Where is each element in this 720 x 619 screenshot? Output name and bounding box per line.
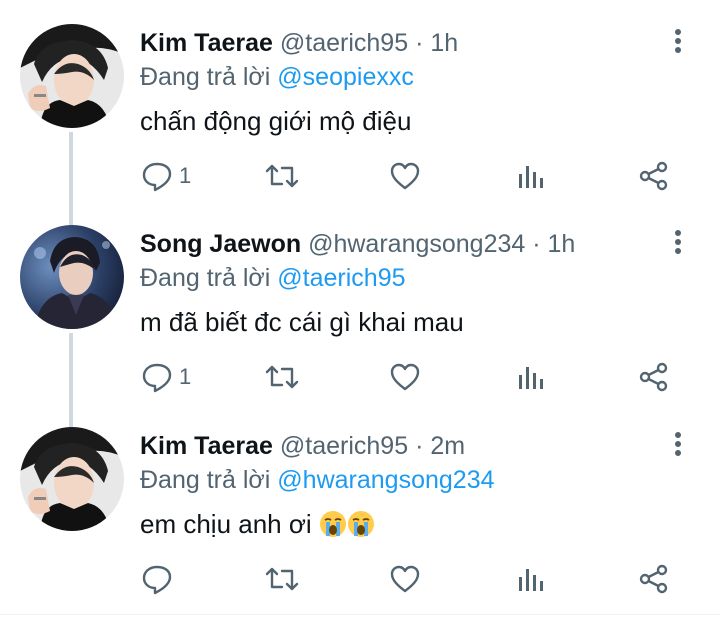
reply-icon [141, 160, 173, 192]
analytics-icon [516, 160, 544, 192]
reply-button[interactable]: 1 [141, 357, 191, 397]
analytics-button[interactable] [516, 559, 544, 599]
separator-dot: · [532, 230, 541, 258]
avatar[interactable] [20, 427, 124, 531]
share-icon [638, 563, 670, 595]
reply-mention-link[interactable]: @taerich95 [277, 264, 405, 292]
analytics-button[interactable] [516, 357, 544, 397]
tweet-text-container: em chịu anh ơi [140, 508, 375, 540]
divider [0, 614, 720, 615]
avatar[interactable] [20, 225, 124, 329]
reply-button[interactable] [141, 559, 179, 599]
retweet-icon [264, 160, 300, 192]
share-icon [638, 361, 670, 393]
tweet-actions: 1 [0, 156, 720, 196]
loudly-crying-face-emoji [347, 509, 375, 539]
like-button[interactable] [389, 357, 421, 397]
user-handle[interactable]: @hwarangsong234 [308, 230, 525, 258]
analytics-icon [516, 563, 544, 595]
retweet-button[interactable] [264, 156, 300, 196]
tweet-actions: 1 [0, 357, 720, 397]
user-handle[interactable]: @taerich95 [280, 29, 408, 57]
reply-count: 1 [179, 364, 192, 389]
reply-button[interactable]: 1 [141, 156, 191, 196]
like-button[interactable] [389, 559, 421, 599]
share-button[interactable] [638, 559, 670, 599]
more-options-button[interactable] [666, 229, 690, 259]
analytics-button[interactable] [516, 156, 544, 196]
loudly-crying-face-emoji [319, 509, 347, 539]
replying-to-line: Đang trả lời @taerich95 [140, 263, 406, 293]
tweet[interactable]: Kim Taerae @taerich95 · 1h Đang trả lời … [0, 0, 720, 228]
more-vertical-icon [674, 431, 682, 462]
retweet-icon [264, 563, 300, 595]
reply-thread: Kim Taerae @taerich95 · 1h Đang trả lời … [0, 0, 720, 619]
display-name[interactable]: Kim Taerae [140, 29, 273, 57]
timestamp[interactable]: 2m [430, 432, 465, 460]
user-handle[interactable]: @taerich95 [280, 432, 408, 460]
separator-dot: · [415, 432, 424, 460]
timestamp[interactable]: 1h [548, 230, 576, 258]
timestamp[interactable]: 1h [430, 29, 458, 57]
replying-to-line: Đang trả lời @hwarangsong234 [140, 465, 495, 495]
tweet-header: Kim Taerae @taerich95 · 1h [140, 28, 458, 58]
replying-to-label: Đang trả lời [140, 466, 271, 494]
tweet-text: chấn động giới mộ điệu [140, 106, 412, 136]
tweet-header: Kim Taerae @taerich95 · 2m [140, 431, 465, 461]
retweet-icon [264, 361, 300, 393]
share-button[interactable] [638, 156, 670, 196]
tweet-header: Song Jaewon @hwarangsong234 · 1h [140, 229, 575, 259]
more-vertical-icon [674, 229, 682, 260]
analytics-icon [516, 361, 544, 393]
replying-to-line: Đang trả lời @seopiexxc [140, 62, 414, 92]
like-icon [389, 563, 421, 595]
avatar[interactable] [20, 24, 124, 128]
tweet-actions [0, 559, 720, 599]
reply-mention-link[interactable]: @seopiexxc [277, 63, 414, 91]
display-name[interactable]: Song Jaewon [140, 230, 301, 258]
tweet[interactable]: Kim Taerae @taerich95 · 2m Đang trả lời … [0, 403, 720, 604]
reply-icon [141, 361, 173, 393]
more-vertical-icon [674, 28, 682, 59]
retweet-button[interactable] [264, 357, 300, 397]
like-button[interactable] [389, 156, 421, 196]
retweet-button[interactable] [264, 559, 300, 599]
tweet[interactable]: Song Jaewon @hwarangsong234 · 1h Đang tr… [0, 201, 720, 429]
reply-icon [141, 563, 173, 595]
like-icon [389, 361, 421, 393]
tweet-text: m đã biết đc cái gì khai mau [140, 307, 464, 337]
replying-to-label: Đang trả lời [140, 63, 271, 91]
share-button[interactable] [638, 357, 670, 397]
display-name[interactable]: Kim Taerae [140, 432, 273, 460]
more-options-button[interactable] [666, 431, 690, 461]
replying-to-label: Đang trả lời [140, 264, 271, 292]
share-icon [638, 160, 670, 192]
tweet-text: em chịu anh ơi [140, 509, 319, 539]
like-icon [389, 160, 421, 192]
more-options-button[interactable] [666, 28, 690, 58]
separator-dot: · [415, 29, 424, 57]
reply-mention-link[interactable]: @hwarangsong234 [277, 466, 494, 494]
reply-count: 1 [179, 163, 192, 188]
